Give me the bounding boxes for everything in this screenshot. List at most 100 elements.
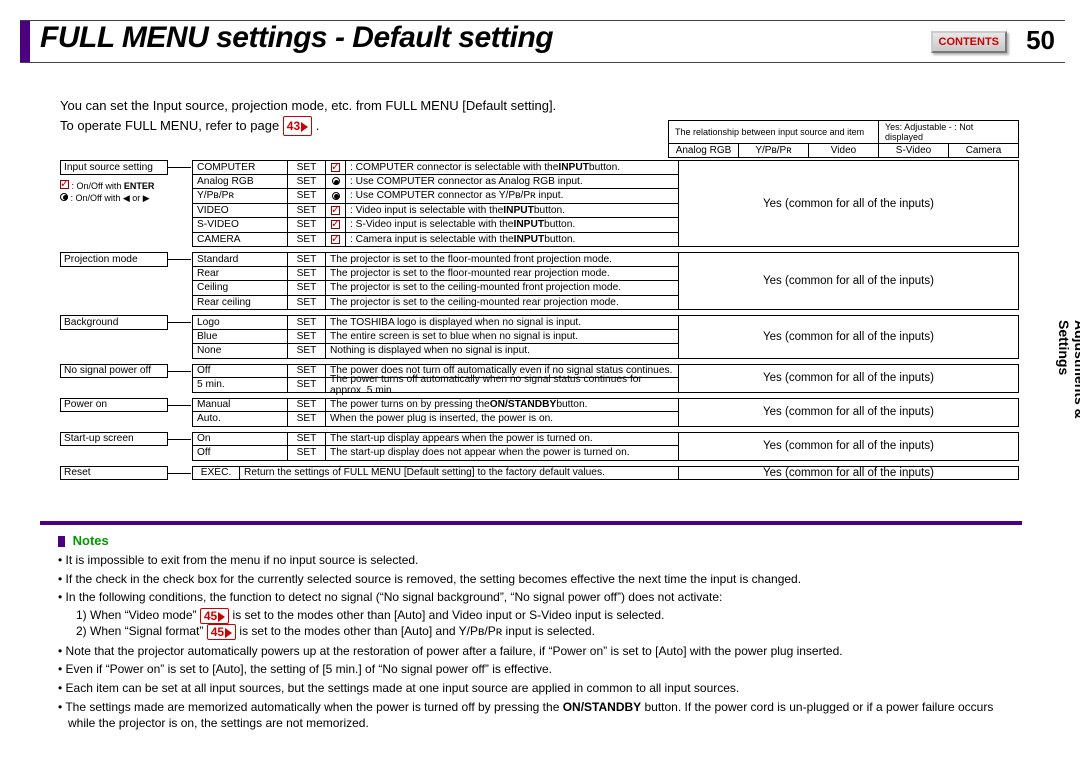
- option-label: Standard: [192, 252, 288, 267]
- section-divider: [40, 521, 1022, 525]
- settings-tree: Input source settingCOMPUTERSET: COMPUTE…: [60, 160, 1019, 480]
- option-label: 5 min.: [192, 378, 288, 393]
- setting-description: : Video input is selectable with the INP…: [346, 204, 679, 219]
- adjustable-note: Yes (common for all of the inputs): [679, 252, 1019, 310]
- setting-description: The projector is set to the ceiling-moun…: [326, 281, 679, 296]
- setting-description: The power turns on by pressing the ON/ST…: [326, 398, 679, 413]
- option-label: Blue: [192, 330, 288, 345]
- page-title: FULL MENU settings - Default setting: [40, 21, 553, 55]
- col-camera: Camera: [949, 144, 1019, 158]
- set-label: SET: [288, 189, 326, 204]
- setting-description: : COMPUTER connector is selectable with …: [346, 160, 679, 175]
- notes-section: Notes It is impossible to exit from the …: [58, 533, 1019, 734]
- set-label: SET: [288, 315, 326, 330]
- setting-description: Return the settings of FULL MENU [Defaul…: [240, 466, 679, 481]
- notes-bullet-icon: [58, 536, 65, 547]
- side-tab-label: Adjustments & Settings: [1056, 320, 1080, 419]
- col-svideo: S-Video: [879, 144, 949, 158]
- option-label: Rear ceiling: [192, 296, 288, 311]
- setting-description: When the power plug is inserted, the pow…: [326, 412, 679, 427]
- col-ypbpr: Y/Pʙ/Pʀ: [739, 144, 809, 158]
- set-label: SET: [288, 296, 326, 311]
- check-icon: [326, 218, 346, 233]
- intro-line1: You can set the Input source, projection…: [60, 96, 556, 116]
- category-label: Projection mode: [60, 252, 168, 267]
- option-label: Off: [192, 364, 288, 379]
- option-label: Manual: [192, 398, 288, 413]
- set-label: SET: [288, 175, 326, 190]
- setting-description: The start-up display appears when the po…: [326, 432, 679, 447]
- relationship-header-table: The relationship between input source an…: [668, 120, 1019, 158]
- option-label: Logo: [192, 315, 288, 330]
- contents-button[interactable]: CONTENTS: [931, 31, 1008, 53]
- option-label: Ceiling: [192, 281, 288, 296]
- option-label: Off: [192, 446, 288, 461]
- set-label: SET: [288, 412, 326, 427]
- setting-description: The start-up display does not appear whe…: [326, 446, 679, 461]
- option-label: Auto.: [192, 412, 288, 427]
- set-label: SET: [288, 267, 326, 282]
- col-video: Video: [809, 144, 879, 158]
- setting-description: The power turns off automatically when n…: [326, 378, 679, 393]
- check-icon: [326, 204, 346, 219]
- option-label: CAMERA: [192, 233, 288, 248]
- setting-description: : Use COMPUTER connector as Analog RGB i…: [346, 175, 679, 190]
- radio-icon: [326, 175, 346, 190]
- set-label: SET: [288, 204, 326, 219]
- adjustable-note: Yes (common for all of the inputs): [679, 432, 1019, 461]
- note-subitem: 1) When “Video mode” 45 is set to the mo…: [76, 608, 1019, 624]
- category-label: Power on: [60, 398, 168, 413]
- setting-description: The TOSHIBA logo is displayed when no si…: [326, 315, 679, 330]
- note-item: Each item can be set at all input source…: [68, 680, 1019, 696]
- page-number: 50: [1026, 25, 1055, 56]
- setting-description: : S-Video input is selectable with the I…: [346, 218, 679, 233]
- option-label: S-VIDEO: [192, 218, 288, 233]
- option-label: VIDEO: [192, 204, 288, 219]
- set-label: SET: [288, 364, 326, 379]
- set-label: SET: [288, 281, 326, 296]
- page-link-45[interactable]: 45: [207, 624, 236, 640]
- adjustable-note: Yes (common for all of the inputs): [679, 315, 1019, 359]
- page: FULL MENU settings - Default setting CON…: [20, 20, 1065, 764]
- set-label: EXEC.: [192, 466, 240, 481]
- intro-line2: To operate FULL MENU, refer to page 43 .: [60, 116, 556, 137]
- setting-description: The projector is set to the ceiling-moun…: [326, 296, 679, 311]
- notes-list: It is impossible to exit from the menu i…: [58, 552, 1019, 731]
- setting-description: The projector is set to the floor-mounte…: [326, 252, 679, 267]
- setting-description: The entire screen is set to blue when no…: [326, 330, 679, 345]
- icon-legend: : On/Off with ENTER : On/Off with ◀ or ▶: [60, 180, 180, 204]
- option-label: Rear: [192, 267, 288, 282]
- category-label: Background: [60, 315, 168, 330]
- adjustable-note: Yes (common for all of the inputs): [679, 160, 1019, 247]
- page-link-45[interactable]: 45: [200, 608, 229, 624]
- category-label: Reset: [60, 466, 168, 481]
- set-label: SET: [288, 252, 326, 267]
- page-link-43[interactable]: 43: [283, 116, 312, 136]
- adjustable-note: Yes (common for all of the inputs): [679, 398, 1019, 427]
- option-label: Y/Pʙ/Pʀ: [192, 189, 288, 204]
- set-label: SET: [288, 432, 326, 447]
- option-label: None: [192, 344, 288, 359]
- note-item: If the check in the check box for the cu…: [68, 571, 1019, 587]
- category-label: No signal power off: [60, 364, 168, 379]
- header: FULL MENU settings - Default setting CON…: [20, 21, 1065, 63]
- set-label: SET: [288, 398, 326, 413]
- set-label: SET: [288, 378, 326, 393]
- note-item: In the following conditions, the functio…: [68, 589, 1019, 605]
- option-label: On: [192, 432, 288, 447]
- setting-description: : Use COMPUTER connector as Y/Pʙ/Pʀ inpu…: [346, 189, 679, 204]
- category-label: Input source setting: [60, 160, 168, 175]
- set-label: SET: [288, 344, 326, 359]
- radio-icon: [326, 189, 346, 204]
- set-label: SET: [288, 446, 326, 461]
- note-item: The settings made are memorized automati…: [68, 699, 1019, 731]
- option-label: Analog RGB: [192, 175, 288, 190]
- col-analog-rgb: Analog RGB: [669, 144, 739, 158]
- set-label: SET: [288, 218, 326, 233]
- adjustable-note: Yes (common for all of the inputs): [679, 364, 1019, 393]
- check-icon: [326, 160, 346, 175]
- setting-description: : Camera input is selectable with the IN…: [346, 233, 679, 248]
- set-label: SET: [288, 330, 326, 345]
- check-icon: [326, 233, 346, 248]
- intro-text: You can set the Input source, projection…: [60, 96, 556, 136]
